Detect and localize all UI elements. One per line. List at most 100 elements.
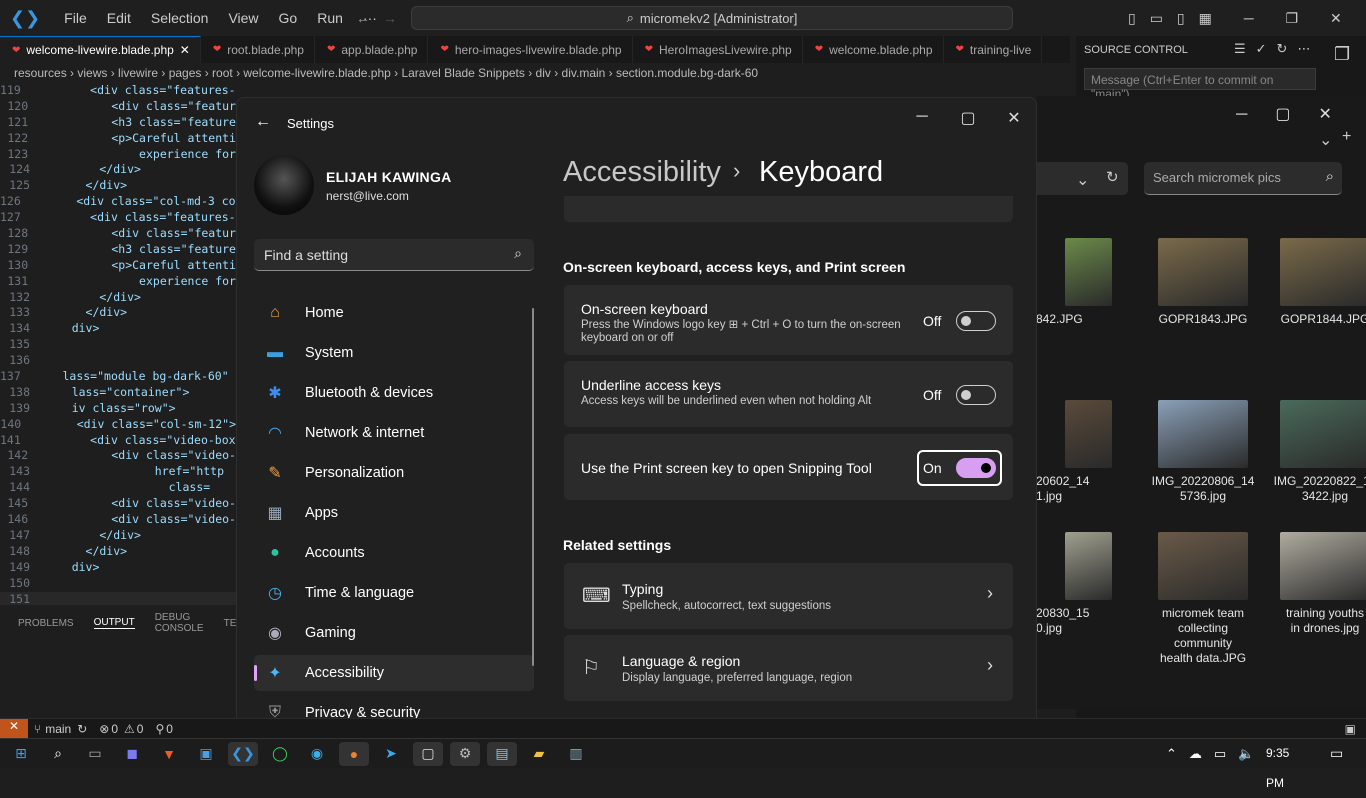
window-app-icon[interactable]: ▥ bbox=[561, 742, 591, 766]
edge-icon[interactable]: ◉ bbox=[302, 742, 332, 766]
code-line[interactable]: 134 div> bbox=[0, 321, 236, 337]
nav-item-home[interactable]: ⌂ Home bbox=[254, 295, 534, 331]
code-line[interactable]: 120 <div class="featur bbox=[0, 99, 236, 115]
code-line[interactable]: 127 <div class="features-i bbox=[0, 210, 236, 226]
start-icon[interactable]: ⊞ bbox=[6, 742, 36, 766]
firefox-icon[interactable]: ● bbox=[339, 741, 369, 766]
scm-actions[interactable]: ☰✓↻⋯ bbox=[1234, 41, 1320, 57]
vscode-icon[interactable]: ❮❯ bbox=[228, 741, 258, 766]
panel-tab[interactable]: OUTPUT bbox=[93, 617, 135, 629]
toggle-switch[interactable] bbox=[956, 385, 996, 405]
code-line[interactable]: 137 lass="module bg-dark-60" sty bbox=[0, 369, 236, 385]
code-line[interactable]: 133 </div> bbox=[0, 305, 236, 321]
file-item[interactable]: IMG_20220822_16 3422.jpg bbox=[1270, 400, 1366, 504]
breadcrumb-parent[interactable]: Accessibility bbox=[563, 156, 721, 189]
file-item[interactable]: IMG_20220806_14 5736.jpg bbox=[1148, 400, 1258, 504]
control-panel-icon[interactable]: ▤ bbox=[487, 741, 517, 766]
bell-icon[interactable]: ▣ bbox=[1345, 722, 1356, 736]
tray-icons[interactable]: ⌃☁▭🔈 bbox=[1166, 746, 1266, 762]
code-line[interactable]: 147 </div> bbox=[0, 528, 236, 544]
code-line[interactable]: 150 bbox=[0, 576, 236, 592]
nav-item-network-internet[interactable]: ◠ Network & internet bbox=[254, 415, 534, 451]
nav-item-time-language[interactable]: ◷ Time & language bbox=[254, 575, 534, 611]
terminal-icon[interactable]: ▢ bbox=[413, 741, 443, 766]
code-line[interactable]: 122 <p>Careful attenti bbox=[0, 131, 236, 147]
refresh-icon[interactable]: ↻ bbox=[1106, 168, 1119, 186]
nav-item-system[interactable]: ▬ System bbox=[254, 335, 534, 371]
file-explorer-icon[interactable]: ▰ bbox=[524, 742, 554, 766]
editor-tab[interactable]: ❤ training-live bbox=[944, 36, 1043, 63]
explorer-controls[interactable]: ─▢✕ bbox=[1236, 104, 1360, 124]
menu-item[interactable]: View bbox=[228, 10, 258, 26]
code-line[interactable]: 129 <h3 class="feature bbox=[0, 242, 236, 258]
branch-name[interactable]: main bbox=[45, 722, 71, 736]
code-line[interactable]: 142 <div class="video- bbox=[0, 448, 236, 464]
editor-tab[interactable]: ❤ HeroImagesLivewire.php bbox=[633, 36, 803, 63]
avatar[interactable] bbox=[254, 155, 314, 215]
error-count[interactable]: 0 bbox=[111, 722, 118, 736]
file-item[interactable]: training youths in drones.jpg bbox=[1270, 532, 1366, 636]
close-button[interactable]: ✕ bbox=[994, 108, 1034, 128]
back-arrow-icon[interactable]: ← bbox=[255, 113, 271, 131]
menu-item[interactable]: Selection bbox=[151, 10, 209, 26]
editor-tab[interactable]: ❤ hero-images-livewire.blade.php bbox=[428, 36, 633, 63]
code-line[interactable]: 140 <div class="col-sm-12"> bbox=[0, 417, 236, 433]
find-setting-input[interactable]: Find a setting ⌕ bbox=[254, 239, 534, 271]
menu-item[interactable]: Run bbox=[317, 10, 343, 26]
telegram-icon[interactable]: ➤ bbox=[376, 742, 406, 766]
maximize-button[interactable]: ▢ bbox=[948, 108, 988, 128]
settings-app-icon[interactable]: ⚙ bbox=[450, 741, 480, 766]
panel-tab[interactable]: PROBLEMS bbox=[18, 618, 74, 629]
chevron-down-icon[interactable]: ⌄ bbox=[1076, 170, 1089, 190]
command-center[interactable]: ⌕ micromekv2 [Administrator] bbox=[411, 6, 1013, 30]
nav-scrollbar[interactable] bbox=[532, 308, 534, 666]
notification-icon[interactable]: ▭ bbox=[1330, 745, 1343, 762]
file-item[interactable]: micromek team collecting community healt… bbox=[1148, 532, 1258, 666]
copy-icon[interactable]: ❐ bbox=[1334, 44, 1358, 68]
code-line[interactable]: 130 <p>Careful attenti bbox=[0, 258, 236, 274]
code-line[interactable]: 126 <div class="col-md-3 col-s bbox=[0, 194, 236, 210]
nav-item-apps[interactable]: ▦ Apps bbox=[254, 495, 534, 531]
commit-message-input[interactable]: Message (Ctrl+Enter to commit on "main") bbox=[1084, 68, 1316, 101]
editor-tab[interactable]: ❤ welcome-livewire.blade.php ✕ bbox=[0, 36, 201, 63]
file-item[interactable]: GOPR1843.JPG bbox=[1148, 238, 1258, 327]
breadcrumb[interactable]: resources › views › livewire › pages › r… bbox=[0, 63, 1070, 83]
nav-item-accessibility[interactable]: ✦ Accessibility bbox=[254, 655, 534, 691]
code-line[interactable]: 138 lass="container"> bbox=[0, 385, 236, 401]
editor-tab[interactable]: ❤ root.blade.php bbox=[201, 36, 315, 63]
ports-count[interactable]: 0 bbox=[166, 722, 173, 736]
task-view-icon[interactable]: ▭ bbox=[80, 742, 110, 766]
code-line[interactable]: 144 class= bbox=[0, 480, 236, 496]
meet-icon[interactable]: ◼ bbox=[117, 742, 147, 766]
code-line[interactable]: 135 bbox=[0, 337, 236, 353]
code-line[interactable]: 125 </div> bbox=[0, 178, 236, 194]
nav-item-accounts[interactable]: ● Accounts bbox=[254, 535, 534, 571]
code-line[interactable]: 143 href="http bbox=[0, 464, 236, 480]
code-line[interactable]: 145 <div class="video- bbox=[0, 496, 236, 512]
warning-count[interactable]: 0 bbox=[137, 722, 144, 736]
sync-icon[interactable]: ↻ bbox=[77, 722, 87, 736]
forward-arrow-icon[interactable]: → bbox=[383, 10, 397, 26]
minimize-button[interactable]: ─ bbox=[902, 108, 942, 126]
code-line[interactable]: 123 experience for bbox=[0, 147, 236, 163]
menu-item[interactable]: Edit bbox=[107, 10, 131, 26]
close-icon[interactable]: ✕ bbox=[180, 43, 190, 57]
media-icon[interactable]: ▣ bbox=[191, 742, 221, 766]
nav-item-gaming[interactable]: ◉ Gaming bbox=[254, 615, 534, 651]
code-line[interactable]: 149 div> bbox=[0, 560, 236, 576]
code-line[interactable]: 131 experience for bbox=[0, 274, 236, 290]
code-line[interactable]: 148 </div> bbox=[0, 544, 236, 560]
editor-tab[interactable]: ❤ app.blade.php bbox=[315, 36, 429, 63]
clock[interactable]: 9:35 PM bbox=[1266, 738, 1310, 790]
back-arrow-icon[interactable]: ← bbox=[356, 10, 370, 26]
code-line[interactable]: 119 <div class="features-item"> bbox=[0, 83, 236, 99]
search-icon[interactable]: ⌕ bbox=[43, 742, 73, 766]
brave-icon[interactable]: ▼ bbox=[154, 742, 184, 766]
code-editor[interactable]: 119 <div class="features-item">120 <div … bbox=[0, 83, 236, 605]
nav-item-bluetooth-devices[interactable]: ✱ Bluetooth & devices bbox=[254, 375, 534, 411]
explorer-search-input[interactable]: Search micromek pics ⌕ bbox=[1144, 162, 1342, 195]
code-line[interactable]: 128 <div class="featur bbox=[0, 226, 236, 242]
file-item[interactable]: GOPR1844.JPG bbox=[1270, 238, 1366, 327]
code-line[interactable]: 151 bbox=[0, 591, 236, 605]
code-line[interactable]: 146 <div class="video- bbox=[0, 512, 236, 528]
